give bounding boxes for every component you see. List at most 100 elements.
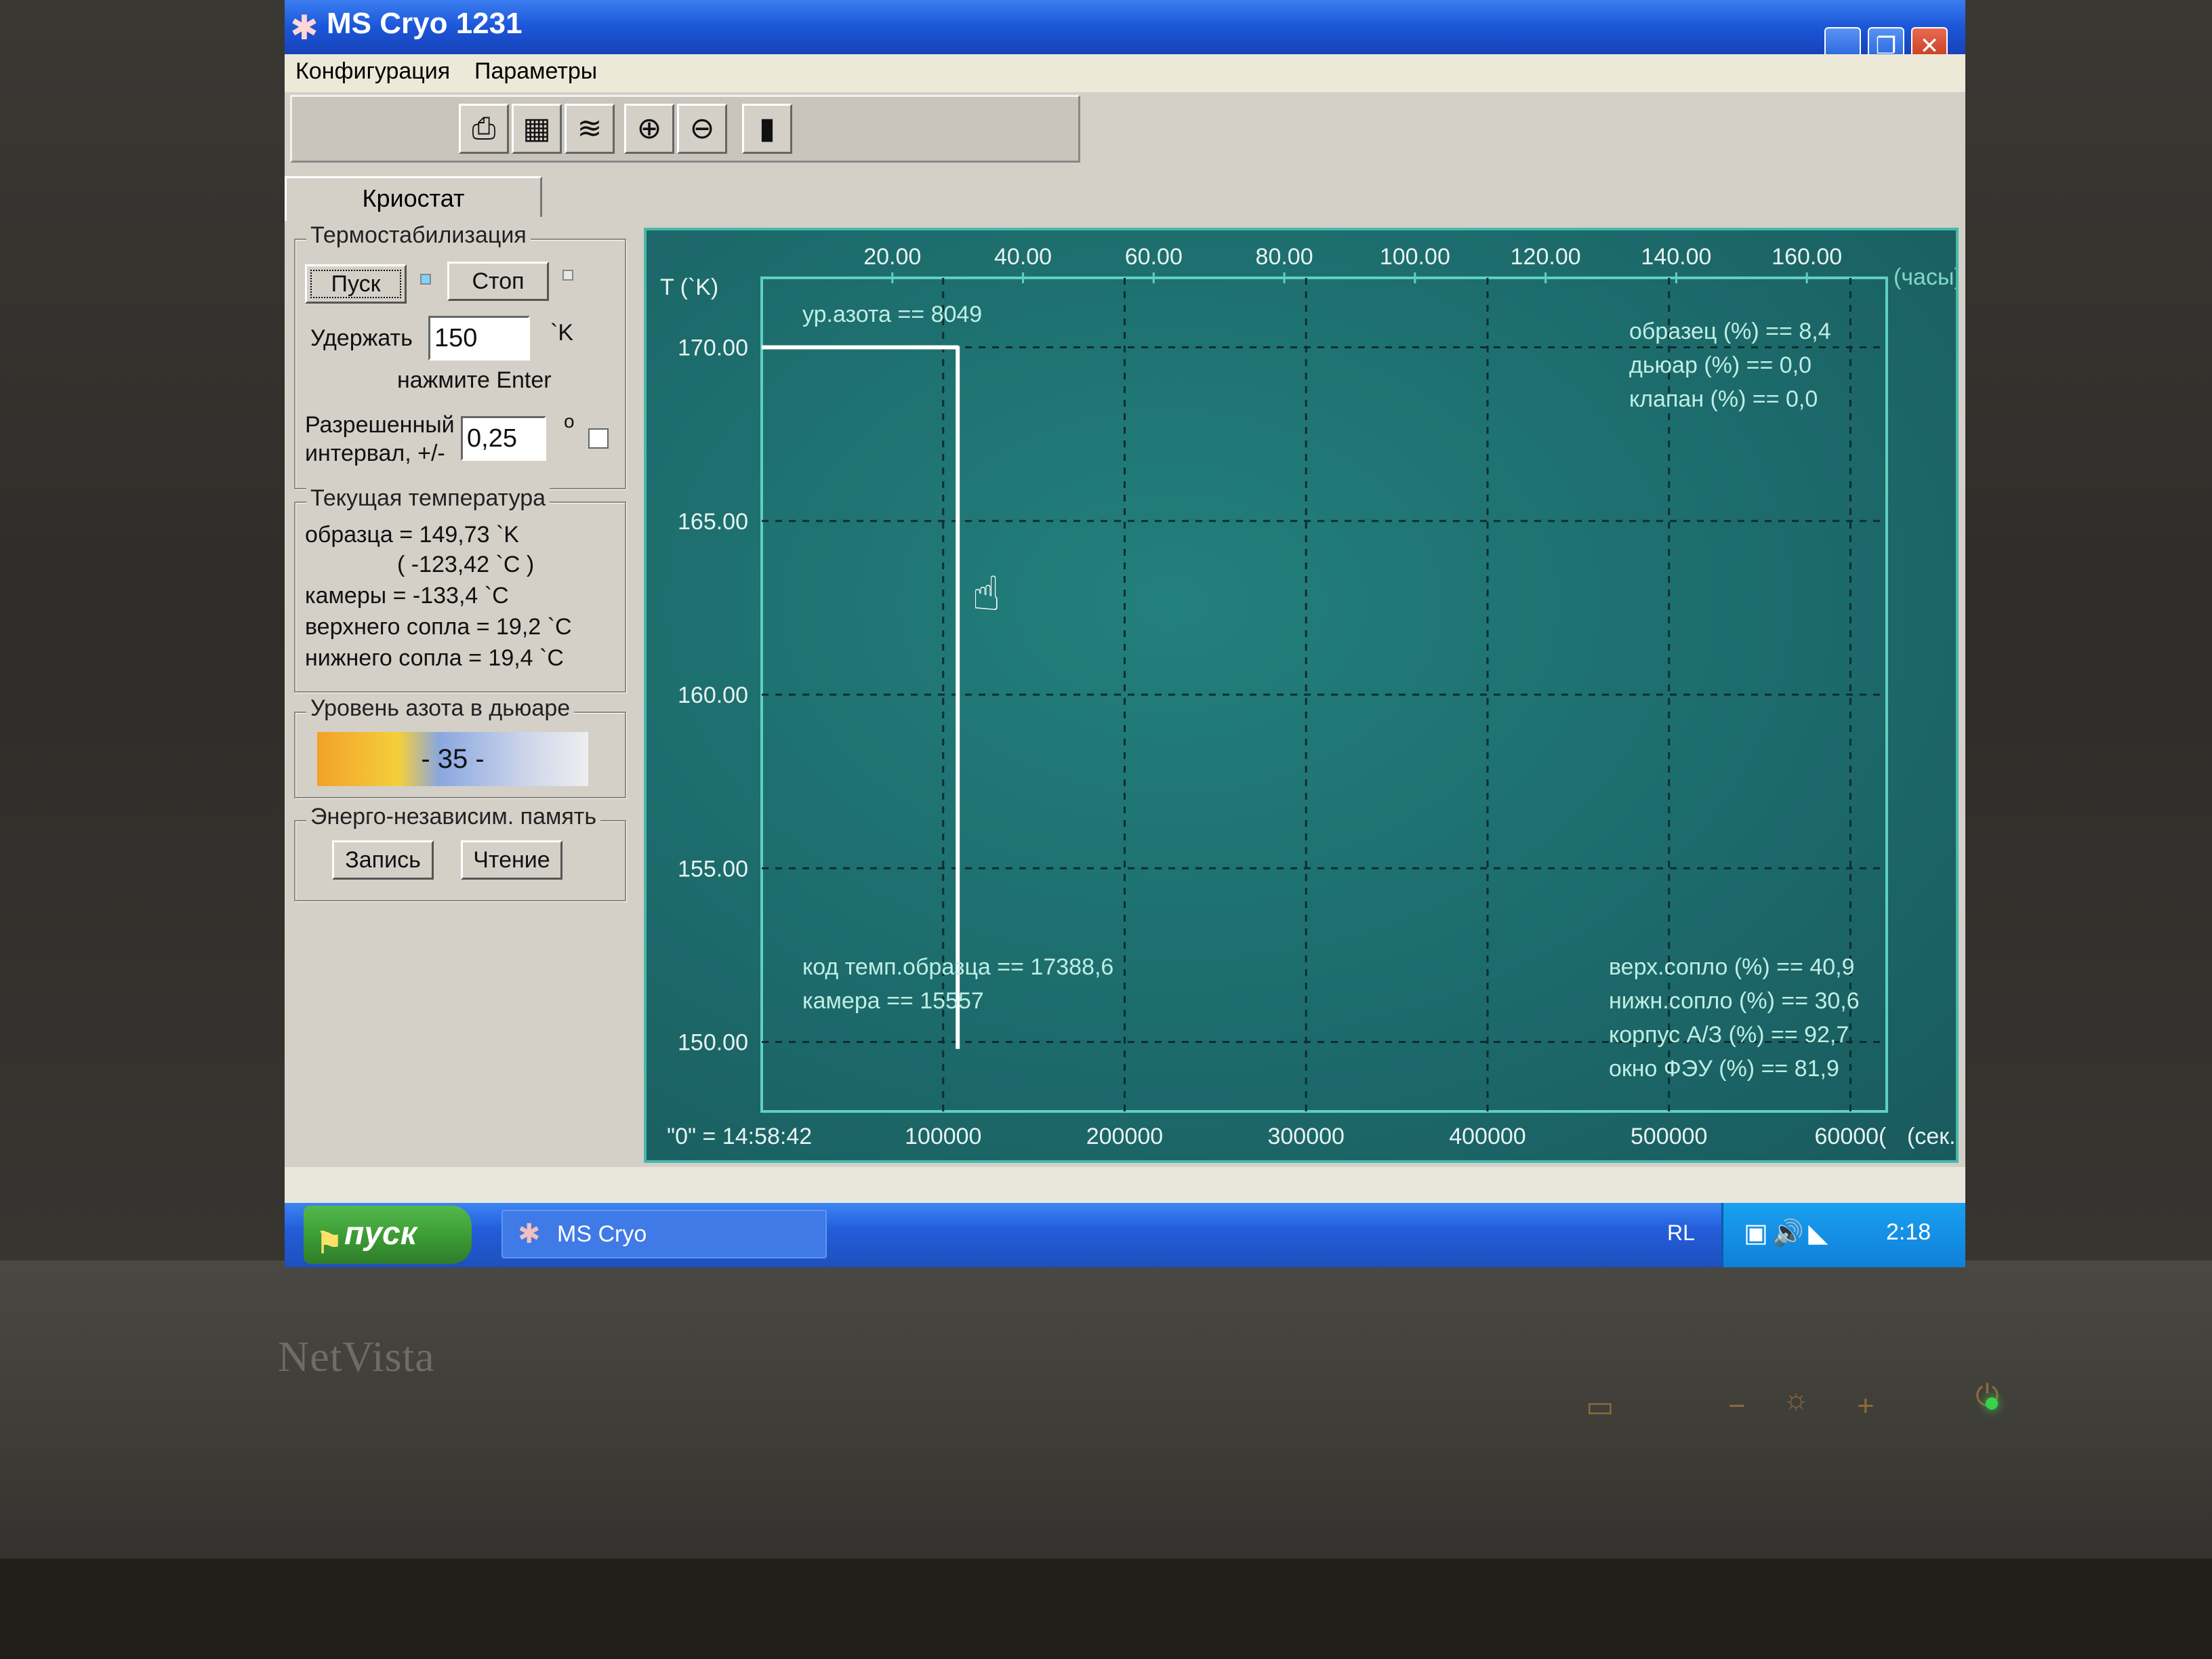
temperature-chart[interactable]: 170.00 165.00 160.00 155.00 150.00 T (`K) 1000… [644, 228, 1959, 1163]
monitor-bottom-bezel: NetVista ▭ − ☼ + ⏻ [0, 1261, 2212, 1559]
write-button[interactable]: Запись [332, 840, 434, 880]
monitor-brand: NetVista [278, 1332, 435, 1380]
lower-nozzle-temp: нижнего сопла = 19,4 `C [305, 645, 564, 671]
menu-parameters[interactable]: Параметры [474, 58, 597, 85]
power-led [1986, 1397, 1998, 1410]
annotation-valve-pct: клапан (%) == 0,0 [1629, 386, 1818, 412]
annotation-upper-nozzle: верх.сопло (%) == 40,9 [1609, 954, 1855, 980]
brightness-icon[interactable]: ☼ [1782, 1382, 1809, 1416]
top-tick-label: 120.00 [1511, 244, 1581, 270]
current-temp-group: Текущая температура образца = 149,73 `K … [294, 485, 626, 693]
annotation-sample-pct: образец (%) == 8,4 [1629, 319, 1831, 344]
read-button[interactable]: Чтение [461, 840, 562, 880]
x-tick-label: 200000 [1086, 1124, 1163, 1149]
x-tick-label: 300000 [1267, 1124, 1344, 1149]
stop-button[interactable]: Стоп [447, 262, 549, 301]
range-label-2: интервал, +/- [305, 441, 445, 466]
range-checkbox[interactable] [588, 428, 609, 449]
language-indicator[interactable]: RL [1667, 1221, 1695, 1246]
annotation-chamber-code: камера == 15557 [802, 988, 984, 1014]
current-temp-title: Текущая температура [306, 485, 550, 512]
annotation-housing: корпус А/З (%) == 92,7 [1609, 1022, 1849, 1048]
start-indicator [420, 274, 431, 285]
start-button-taskbar[interactable]: ⚑ пуск [304, 1206, 472, 1264]
brightness-down-icon[interactable]: − [1728, 1389, 1746, 1423]
y-tick-label: 165.00 [678, 509, 748, 535]
annotation-lower-nozzle: нижн.сопло (%) == 30,6 [1609, 988, 1860, 1014]
y-tick-label: 155.00 [678, 856, 748, 882]
sample-temp: образца = 149,73 `K [305, 522, 519, 548]
top-tick-label: 100.00 [1380, 244, 1450, 270]
y-tick-label: 150.00 [678, 1030, 748, 1056]
table-icon[interactable]: ▦ [512, 104, 562, 154]
y-tick-label: 160.00 [678, 682, 748, 708]
annotation-dewar-pct: дьюар (%) == 0,0 [1629, 352, 1811, 378]
taskbar: ⚑ пуск ✱ MS Cryo RL ▣🔊◣ 2:18 [285, 1203, 1965, 1267]
memory-group: Энерго-независим. память Запись Чтение [294, 804, 626, 901]
toolbar: ⎙ ▦ ≋ ⊕ ⊖ ▮ [290, 95, 1080, 163]
series-line [762, 345, 960, 1049]
app-icon-small: ✱ [518, 1219, 541, 1249]
zoom-in-icon[interactable]: ⊕ [624, 104, 674, 154]
annotation-code-sample: код темп.образца == 17388,6 [802, 954, 1113, 980]
clock[interactable]: 2:18 [1886, 1219, 1931, 1246]
monitor-stand [0, 1559, 2212, 1659]
tab-cryostat[interactable]: Криостат [285, 176, 542, 221]
sample-temp-celsius: ( -123,42 `C ) [397, 552, 535, 577]
hold-temperature-input[interactable]: 150 [428, 316, 530, 361]
top-tick-label: 20.00 [863, 244, 921, 270]
top-tick-label: 80.00 [1256, 244, 1313, 270]
top-tick-label: 160.00 [1771, 244, 1842, 270]
chamber-temp: камеры = -133,4 `C [305, 583, 509, 609]
zoom-out-icon[interactable]: ⊖ [677, 104, 727, 154]
tray-icons[interactable]: ▣🔊◣ [1744, 1218, 1832, 1248]
thermo-title: Термостабилизация [306, 222, 531, 249]
range-label-1: Разрешенный [305, 412, 455, 438]
range-unit: o [564, 411, 575, 432]
start-label: пуск [344, 1216, 417, 1252]
x-tick-label: 100000 [905, 1124, 981, 1149]
print-icon[interactable]: ⎙ [459, 104, 509, 154]
exit-icon[interactable]: ▮ [742, 104, 792, 154]
top-tick-label: 40.00 [994, 244, 1052, 270]
y-axis-label: T (`K) [660, 274, 718, 300]
status-band [285, 1167, 1965, 1206]
annotation-pmt-window: окно ФЭУ (%) == 81,9 [1609, 1056, 1839, 1082]
taskbar-item-label: MS Cryo [557, 1221, 647, 1247]
chart-icon[interactable]: ≋ [565, 104, 615, 154]
top-tick-label: 140.00 [1641, 244, 1711, 270]
upper-nozzle-temp: верхнего сопла = 19,2 `C [305, 614, 572, 640]
control-panel: Термостабилизация Пуск Стоп Удержать 150… [290, 217, 632, 1166]
enter-hint: нажмите Enter [397, 367, 552, 393]
hold-label: Удержать [310, 325, 413, 351]
menu-configuration[interactable]: Конфигурация [295, 58, 450, 85]
stop-indicator [562, 270, 573, 281]
nitrogen-title: Уровень азота в дьюаре [306, 695, 575, 722]
window-title: MS Cryo 1231 [327, 7, 523, 40]
top-axis-unit: (часы) [1893, 264, 1956, 290]
nitrogen-level-bar: - 35 - [317, 732, 588, 786]
app-icon: ✱ [290, 9, 319, 47]
memory-title: Энерго-независим. память [306, 804, 601, 830]
top-tick-label: 60.00 [1125, 244, 1183, 270]
taskbar-item-mscryo[interactable]: ✱ MS Cryo [501, 1210, 827, 1258]
x-tick-label: 500000 [1631, 1124, 1707, 1149]
hold-unit: `K [550, 320, 573, 346]
zero-time-label: "0" = 14:58:42 [667, 1124, 812, 1149]
range-input[interactable]: 0,25 [461, 416, 546, 461]
windows-flag-icon: ⚑ [316, 1227, 343, 1260]
menubar: Конфигурация Параметры [285, 54, 1965, 92]
x-tick-label: 400000 [1449, 1124, 1525, 1149]
input-select-icon[interactable]: ▭ [1586, 1389, 1614, 1424]
system-tray: ▣🔊◣ 2:18 [1721, 1203, 1965, 1267]
x-axis-unit: (сек.) [1907, 1124, 1956, 1149]
thermo-group: Термостабилизация Пуск Стоп Удержать 150… [294, 222, 626, 489]
hand-cursor-icon: ☝ [972, 566, 1001, 621]
chart-svg: 170.00 165.00 160.00 155.00 150.00 T (`K) 1000… [660, 244, 1956, 1149]
start-button[interactable]: Пуск [305, 264, 407, 304]
annotation-n2-level: ур.азота == 8049 [802, 302, 982, 327]
brightness-up-icon[interactable]: + [1857, 1389, 1875, 1423]
y-tick-label: 170.00 [678, 335, 748, 361]
screen: ✱ MS Cryo 1231 _ ❐ ✕ Конфигурация Параме… [285, 0, 1965, 1267]
x-tick-label: 60000( [1815, 1124, 1887, 1149]
